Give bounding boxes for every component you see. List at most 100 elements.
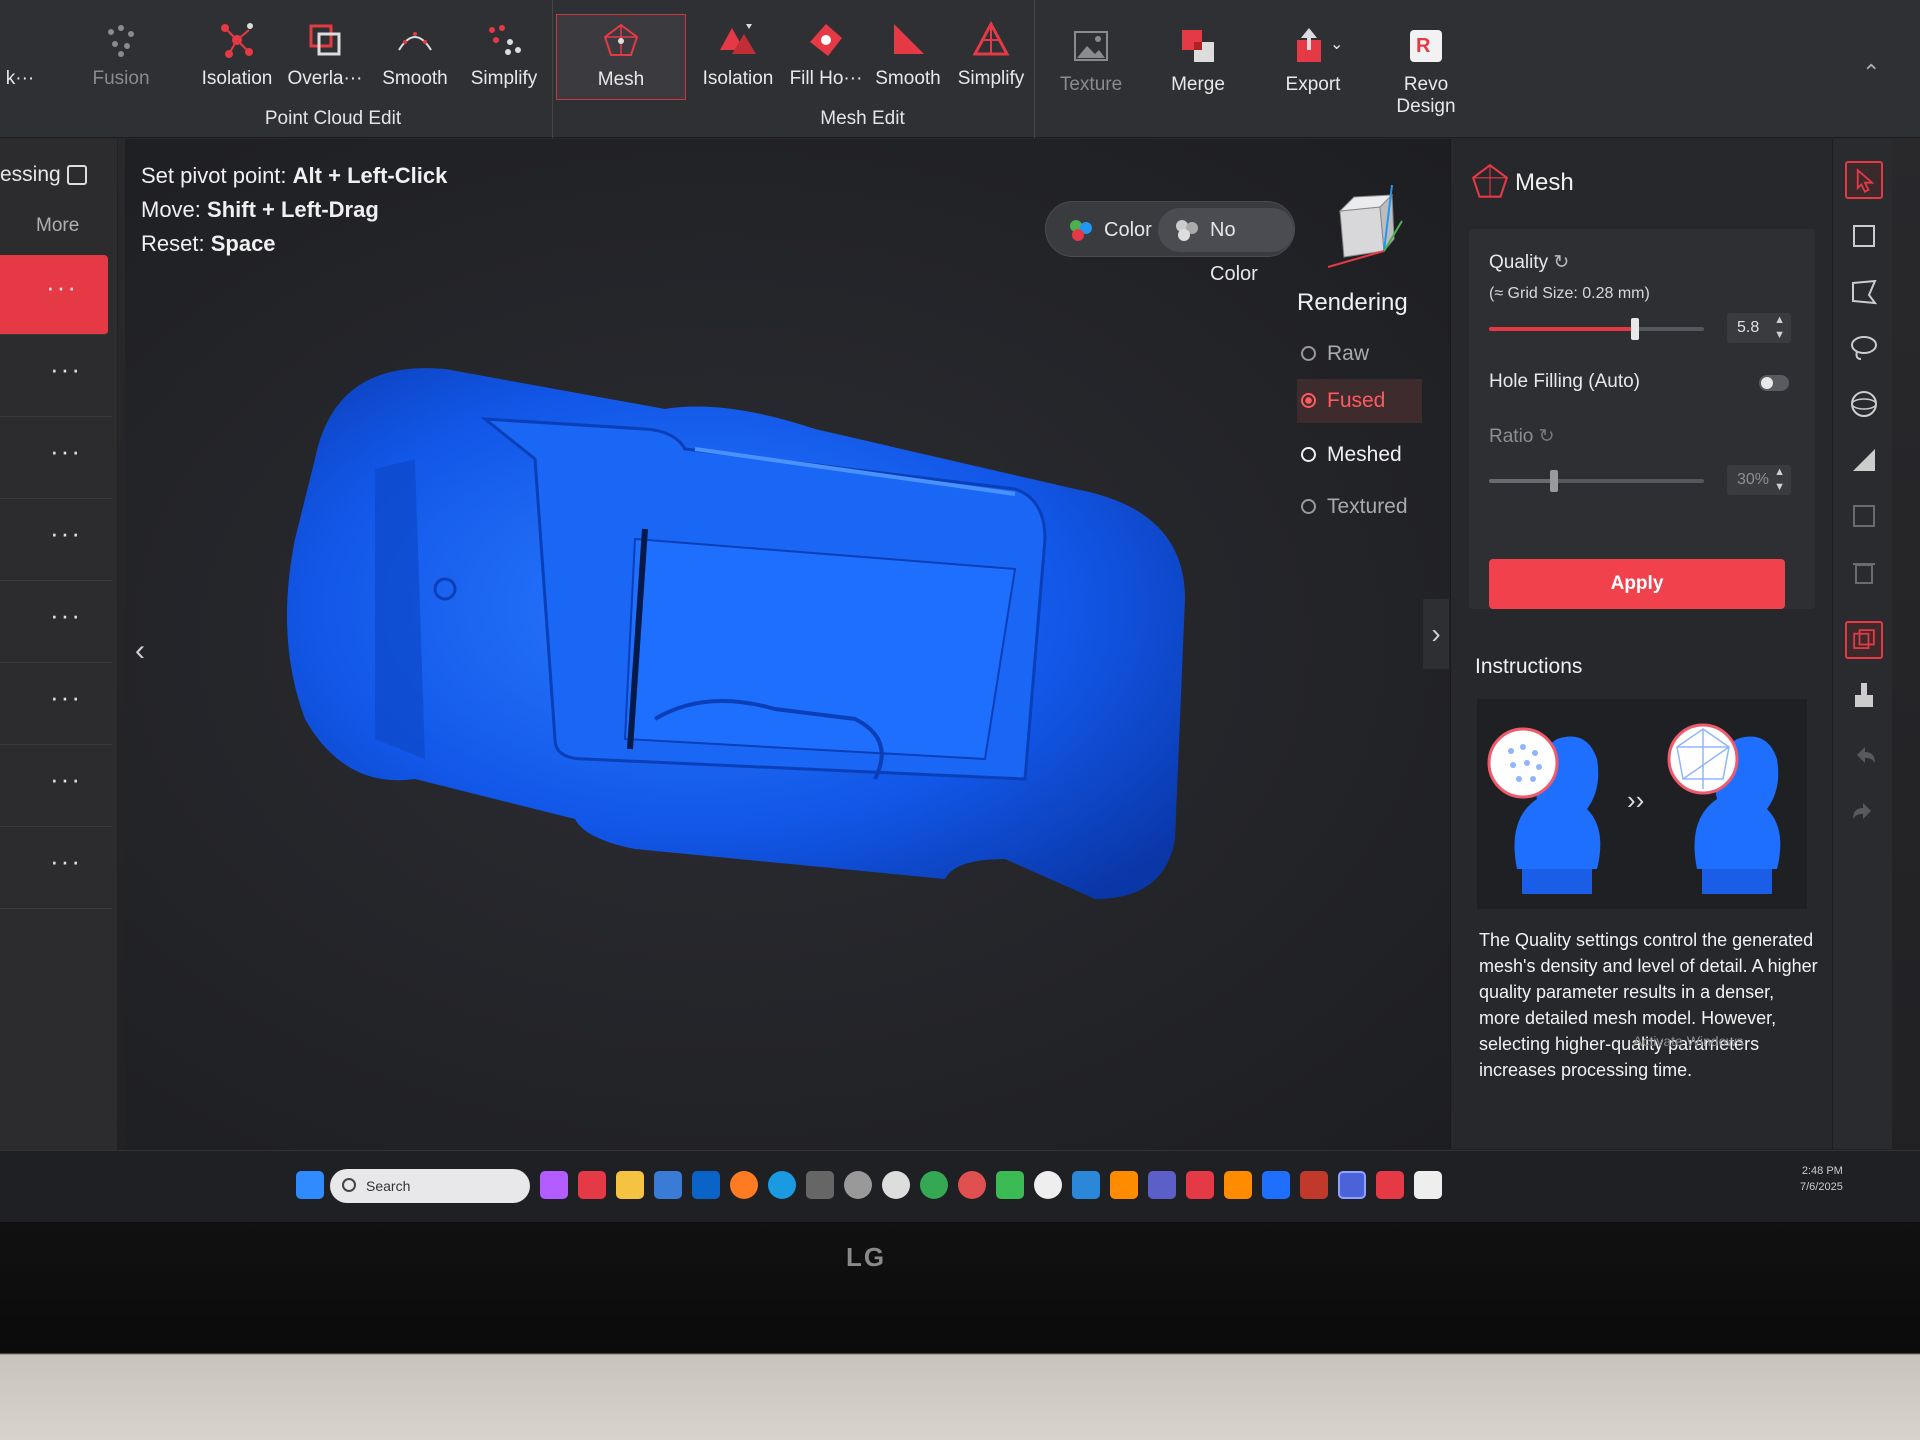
more-link[interactable]: More bbox=[36, 215, 79, 237]
firefox-icon[interactable] bbox=[730, 1171, 758, 1199]
store-icon[interactable] bbox=[654, 1171, 682, 1199]
list-item[interactable]: ··· bbox=[0, 501, 112, 581]
list-item-selected[interactable]: ··· bbox=[0, 255, 108, 335]
ratio-slider-thumb[interactable] bbox=[1549, 470, 1558, 492]
export-button[interactable]: Export ⌄ bbox=[1270, 26, 1356, 104]
mesh-button[interactable]: Mesh bbox=[556, 14, 686, 100]
copilot-icon[interactable] bbox=[540, 1171, 568, 1199]
monitor-brand-logo: LG bbox=[846, 1242, 887, 1272]
edge-icon[interactable] bbox=[768, 1171, 796, 1199]
app-icon[interactable] bbox=[844, 1171, 872, 1199]
mesh-isolation-button[interactable]: Isolation bbox=[698, 20, 778, 98]
app-icon[interactable] bbox=[1072, 1171, 1100, 1199]
teams-icon[interactable] bbox=[1148, 1171, 1176, 1199]
reset-icon[interactable]: ↻ bbox=[1553, 252, 1569, 273]
no-color-option[interactable]: No Color bbox=[1158, 208, 1294, 285]
left-panel-title: essing bbox=[0, 163, 87, 187]
list-item[interactable]: ··· bbox=[0, 419, 112, 499]
render-meshed-option[interactable]: Meshed bbox=[1297, 433, 1422, 477]
list-item[interactable]: ··· bbox=[0, 337, 112, 417]
list-item[interactable]: ··· bbox=[0, 747, 112, 827]
app-icon[interactable] bbox=[1034, 1171, 1062, 1199]
revoscan-icon[interactable] bbox=[1338, 1171, 1366, 1199]
color-option[interactable]: Color bbox=[1052, 208, 1166, 252]
app-icon[interactable] bbox=[1376, 1171, 1404, 1199]
hole-filling-toggle[interactable] bbox=[1759, 375, 1789, 391]
app-icon[interactable] bbox=[996, 1171, 1024, 1199]
list-item[interactable]: ··· bbox=[0, 583, 112, 663]
lasso-select-icon[interactable] bbox=[1845, 329, 1883, 367]
mesh-smooth-button[interactable]: Smooth bbox=[868, 20, 948, 98]
app-icon[interactable] bbox=[1300, 1171, 1328, 1199]
panel-title: Mesh bbox=[1515, 169, 1574, 196]
quality-slider[interactable] bbox=[1489, 318, 1704, 340]
fusion-button[interactable]: Fusion bbox=[86, 20, 156, 98]
ribbon-cut-button[interactable]: k··· bbox=[0, 20, 40, 98]
redo-icon[interactable] bbox=[1845, 795, 1883, 833]
navigation-cube[interactable] bbox=[1320, 181, 1410, 271]
mesh-simplify-button[interactable]: Simplify bbox=[952, 20, 1030, 98]
app-icon[interactable] bbox=[882, 1171, 910, 1199]
3d-viewport[interactable]: Set pivot point: Alt + Left-Click Move: … bbox=[125, 139, 1450, 1149]
fill-holes-button[interactable]: Fill Ho··· bbox=[786, 20, 866, 98]
simplify-icon bbox=[489, 25, 521, 55]
stepper-icon[interactable]: ▲ ▼ bbox=[1774, 313, 1785, 343]
apply-button[interactable]: Apply bbox=[1489, 559, 1785, 609]
acrobat-icon[interactable] bbox=[578, 1171, 606, 1199]
panel-toggle-icon[interactable] bbox=[66, 165, 87, 186]
clean-brush-icon[interactable] bbox=[1845, 677, 1883, 715]
rectangle-select-icon[interactable] bbox=[1845, 217, 1883, 255]
pc-isolation-button[interactable]: Isolation bbox=[196, 20, 278, 98]
copy-icon[interactable] bbox=[1845, 621, 1883, 659]
export-dropdown-icon[interactable]: ⌄ bbox=[1330, 34, 1343, 54]
taskbar-search[interactable]: Search bbox=[330, 1169, 530, 1203]
scanned-mesh-model[interactable] bbox=[255, 339, 1255, 919]
blender-icon[interactable] bbox=[1110, 1171, 1138, 1199]
ratio-slider[interactable] bbox=[1489, 470, 1704, 492]
file-explorer-icon[interactable] bbox=[616, 1171, 644, 1199]
collapse-left-icon[interactable]: ‹ bbox=[135, 634, 145, 668]
blender-icon[interactable] bbox=[1224, 1171, 1252, 1199]
merge-button[interactable]: Merge bbox=[1158, 26, 1238, 104]
pc-simplify-button[interactable]: Simplify bbox=[464, 20, 544, 98]
overlap-button[interactable]: Overla··· bbox=[284, 20, 366, 98]
start-icon[interactable] bbox=[296, 1171, 324, 1199]
system-clock[interactable]: 2:48 PM 7/6/2025 bbox=[1800, 1163, 1843, 1195]
acrobat-icon[interactable] bbox=[1186, 1171, 1214, 1199]
list-item[interactable]: ··· bbox=[0, 829, 112, 909]
hint-pivot: Set pivot point: Alt + Left-Click bbox=[141, 163, 448, 188]
collapse-right-icon[interactable]: › bbox=[1423, 599, 1449, 669]
ribbon-collapse-icon[interactable]: ⌃ bbox=[1862, 60, 1880, 86]
render-fused-option[interactable]: Fused bbox=[1297, 379, 1422, 423]
pc-smooth-button[interactable]: Smooth bbox=[378, 20, 452, 98]
merge-icon bbox=[1182, 30, 1214, 62]
fill-holes-icon bbox=[810, 24, 842, 56]
revo-design-button[interactable]: R Revo Design bbox=[1372, 26, 1480, 117]
svg-text:››: ›› bbox=[1627, 785, 1644, 815]
export-icon bbox=[1297, 28, 1321, 62]
instructions-title: Instructions bbox=[1475, 655, 1583, 678]
screen: k··· Fusion Isolation Overla··· Smooth S… bbox=[0, 0, 1920, 1440]
stepper-icon[interactable]: ▲ ▼ bbox=[1774, 465, 1785, 495]
quality-slider-thumb[interactable] bbox=[1631, 318, 1640, 340]
render-textured-option[interactable]: Textured bbox=[1297, 485, 1422, 529]
delete-icon[interactable] bbox=[1845, 553, 1883, 591]
overlap-icon bbox=[309, 24, 341, 56]
app-icon[interactable] bbox=[1262, 1171, 1290, 1199]
revo-design-icon[interactable] bbox=[1414, 1171, 1442, 1199]
list-item[interactable]: ··· bbox=[0, 665, 112, 745]
ratio-value-input[interactable]: 30% ▲ ▼ bbox=[1727, 465, 1791, 495]
texture-button[interactable]: Texture bbox=[1052, 26, 1130, 104]
media-icon[interactable] bbox=[806, 1171, 834, 1199]
edit-icon[interactable] bbox=[1845, 497, 1883, 535]
plane-cut-icon[interactable] bbox=[1845, 441, 1883, 479]
render-raw-option[interactable]: Raw bbox=[1297, 332, 1422, 376]
outlook-icon[interactable] bbox=[692, 1171, 720, 1199]
chrome-icon[interactable] bbox=[920, 1171, 948, 1199]
sphere-select-icon[interactable] bbox=[1845, 385, 1883, 423]
undo-icon[interactable] bbox=[1845, 739, 1883, 777]
quality-value-input[interactable]: 5.8 ▲ ▼ bbox=[1727, 313, 1791, 343]
app-icon[interactable] bbox=[958, 1171, 986, 1199]
select-cursor-icon[interactable] bbox=[1845, 161, 1883, 199]
polygon-select-icon[interactable] bbox=[1845, 273, 1883, 311]
